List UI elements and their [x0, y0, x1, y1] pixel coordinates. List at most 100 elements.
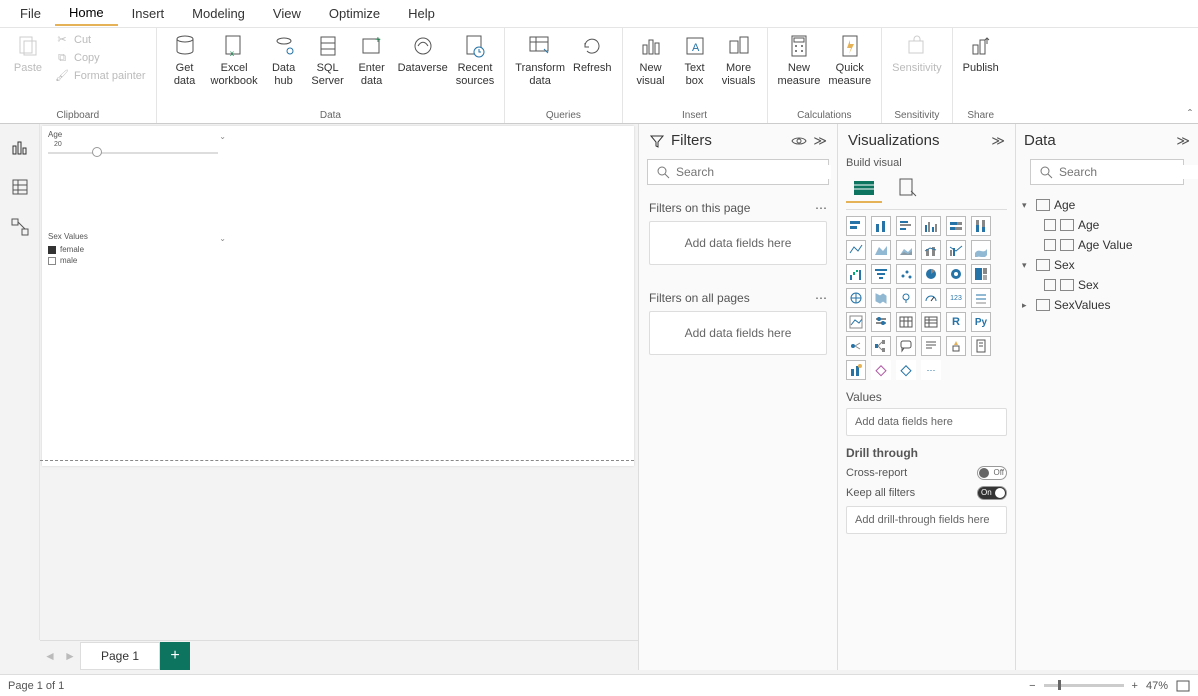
slider-thumb[interactable]	[92, 147, 102, 157]
sex-slicer[interactable]: Sex Values ⌄ female male	[48, 232, 228, 265]
filters-search[interactable]	[647, 159, 829, 185]
drillthrough-drop[interactable]: Add drill-through fields here	[846, 506, 1007, 534]
viz-diamond-2[interactable]	[896, 360, 916, 380]
chevron-down-icon[interactable]: ⌄	[219, 132, 226, 141]
more-icon[interactable]: ⋯	[815, 201, 827, 215]
checkbox-male[interactable]	[48, 257, 56, 265]
viz-key-influencers[interactable]	[846, 336, 866, 356]
viz-pie[interactable]	[921, 264, 941, 284]
page-tab-1[interactable]: Page 1	[80, 642, 160, 670]
viz-decomp-tree[interactable]	[871, 336, 891, 356]
build-visual-mode[interactable]	[846, 173, 882, 203]
viz-stacked-column[interactable]	[871, 216, 891, 236]
filters-on-all-drop[interactable]: Add data fields here	[649, 311, 827, 355]
viz-funnel[interactable]	[871, 264, 891, 284]
fit-page-button[interactable]	[1176, 680, 1190, 692]
table-sex[interactable]: ▾Sex	[1022, 255, 1192, 275]
format-painter-button[interactable]: 🖌Format painter	[50, 68, 150, 86]
viz-qa[interactable]	[896, 336, 916, 356]
values-drop[interactable]: Add data fields here	[846, 408, 1007, 436]
viz-clustered-bar[interactable]	[896, 216, 916, 236]
checkbox[interactable]	[1044, 219, 1056, 231]
viz-stacked-bar[interactable]	[846, 216, 866, 236]
viz-r[interactable]: R	[946, 312, 966, 332]
chevron-down-icon[interactable]: ⌄	[219, 234, 226, 243]
zoom-slider[interactable]	[1044, 684, 1124, 687]
add-page-button[interactable]: +	[160, 642, 190, 670]
prev-page-button[interactable]: ◄	[40, 649, 60, 663]
viz-treemap[interactable]	[971, 264, 991, 284]
format-visual-mode[interactable]	[890, 173, 926, 203]
refresh-button[interactable]: Refresh	[569, 30, 616, 77]
menu-view[interactable]: View	[259, 2, 315, 25]
sql-server-button[interactable]: SQL Server	[306, 30, 350, 90]
collapse-viz-icon[interactable]: ≫	[991, 133, 1005, 149]
viz-line-stacked-column[interactable]	[921, 240, 941, 260]
checkbox-female[interactable]	[48, 246, 56, 254]
menu-insert[interactable]: Insert	[118, 2, 179, 25]
viz-gauge[interactable]	[921, 288, 941, 308]
menu-optimize[interactable]: Optimize	[315, 2, 394, 25]
viz-area[interactable]	[871, 240, 891, 260]
viz-slicer[interactable]	[871, 312, 891, 332]
zoom-in-button[interactable]: +	[1132, 680, 1138, 692]
report-view-button[interactable]	[7, 134, 33, 160]
viz-ribbon[interactable]	[971, 240, 991, 260]
model-view-button[interactable]	[7, 214, 33, 240]
enter-data-button[interactable]: +Enter data	[350, 30, 394, 90]
next-page-button[interactable]: ►	[60, 649, 80, 663]
table-age[interactable]: ▾Age	[1022, 195, 1192, 215]
data-view-button[interactable]	[7, 174, 33, 200]
age-slicer[interactable]: Age ⌄ 20	[48, 130, 228, 154]
sensitivity-button[interactable]: Sensitivity	[888, 30, 946, 77]
viz-python[interactable]: Py	[971, 312, 991, 332]
eye-icon[interactable]	[791, 135, 807, 147]
new-measure-button[interactable]: New measure	[774, 30, 825, 90]
excel-workbook-button[interactable]: xExcel workbook	[207, 30, 262, 90]
viz-stacked-area[interactable]	[896, 240, 916, 260]
viz-matrix[interactable]	[921, 312, 941, 332]
viz-power-apps[interactable]	[846, 360, 866, 380]
quick-measure-button[interactable]: Quick measure	[824, 30, 875, 90]
recent-sources-button[interactable]: Recent sources	[452, 30, 499, 90]
filters-on-page-drop[interactable]: Add data fields here	[649, 221, 827, 265]
checkbox[interactable]	[1044, 239, 1056, 251]
viz-filled-map[interactable]	[871, 288, 891, 308]
menu-home[interactable]: Home	[55, 1, 118, 26]
text-box-button[interactable]: AText box	[673, 30, 717, 90]
publish-button[interactable]: Publish	[959, 30, 1003, 77]
viz-card[interactable]: 123	[946, 288, 966, 308]
collapse-data-icon[interactable]: ≫	[1176, 133, 1190, 149]
collapse-filters-icon[interactable]: ≫	[813, 133, 827, 149]
transform-data-button[interactable]: Transform data	[511, 30, 569, 90]
keep-filters-toggle[interactable]: On	[977, 486, 1007, 500]
viz-azure-map[interactable]	[896, 288, 916, 308]
copy-button[interactable]: ⧉Copy	[50, 50, 150, 68]
viz-map[interactable]	[846, 288, 866, 308]
data-search[interactable]	[1030, 159, 1184, 185]
viz-multi-row-card[interactable]	[971, 288, 991, 308]
cross-report-toggle[interactable]: Off	[977, 466, 1007, 480]
viz-line[interactable]	[846, 240, 866, 260]
viz-line-clustered-column[interactable]	[946, 240, 966, 260]
more-visuals-button[interactable]: More visuals	[717, 30, 761, 90]
viz-100-stacked-bar[interactable]	[946, 216, 966, 236]
checkbox[interactable]	[1044, 279, 1056, 291]
field-age[interactable]: Age	[1022, 215, 1192, 235]
data-hub-button[interactable]: Data hub	[262, 30, 306, 90]
menu-help[interactable]: Help	[394, 2, 449, 25]
viz-scatter[interactable]	[896, 264, 916, 284]
viz-kpi[interactable]	[846, 312, 866, 332]
viz-more-button[interactable]: ⋯	[921, 360, 941, 380]
cut-button[interactable]: ✂Cut	[50, 32, 150, 50]
paste-button[interactable]: Paste	[6, 30, 50, 77]
viz-smart-narrative[interactable]	[921, 336, 941, 356]
get-data-button[interactable]: Get data	[163, 30, 207, 90]
zoom-out-button[interactable]: −	[1029, 680, 1035, 692]
field-sex[interactable]: Sex	[1022, 275, 1192, 295]
menu-file[interactable]: File	[6, 2, 55, 25]
more-icon[interactable]: ⋯	[815, 291, 827, 305]
viz-donut[interactable]	[946, 264, 966, 284]
field-age-value[interactable]: Age Value	[1022, 235, 1192, 255]
filters-search-input[interactable]	[676, 165, 831, 179]
